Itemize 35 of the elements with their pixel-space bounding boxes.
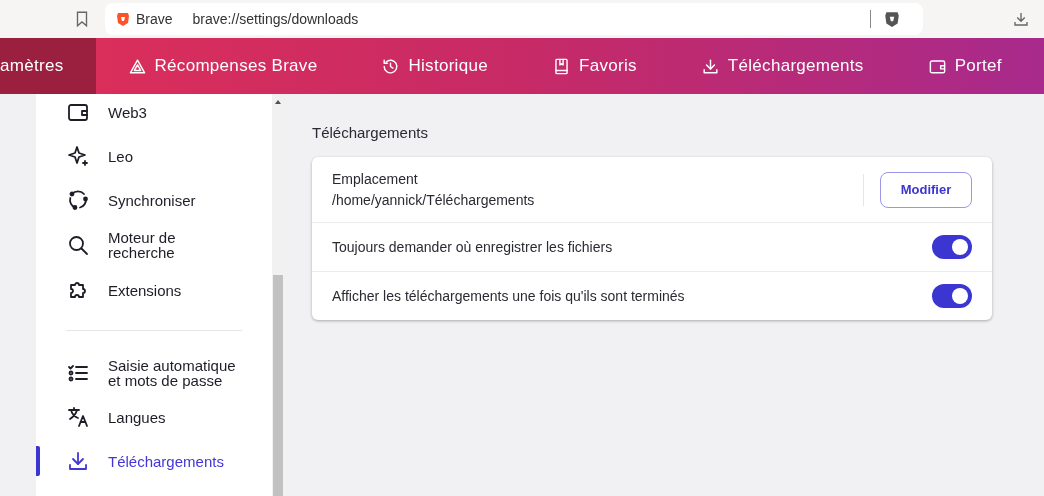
shield-icon[interactable]: [883, 10, 901, 28]
sidebar-item[interactable]: Leo: [36, 134, 272, 178]
sidebar-item[interactable]: Moteur de recherche: [36, 222, 272, 268]
sidebar-item[interactable]: Web3: [36, 94, 272, 134]
setting-label: Afficher les téléchargements une fois qu'ils sont terminés: [332, 288, 685, 304]
nav-tab[interactable]: Téléchargements: [668, 38, 896, 94]
sparkle-icon: [66, 144, 90, 168]
site-label: Brave: [136, 11, 173, 27]
triangle-icon: [127, 56, 147, 76]
section-title: Téléchargements: [312, 124, 429, 141]
sidebar-item[interactable]: Extensions: [36, 268, 272, 312]
nav-tab[interactable]: Récompenses Brave: [95, 38, 350, 94]
address-bar[interactable]: Brave brave://settings/downloads: [105, 3, 923, 35]
search-icon: [66, 233, 90, 257]
modify-button[interactable]: Modifier: [880, 171, 972, 208]
nav-tab[interactable]: Historique: [349, 38, 520, 94]
download-icon: [700, 56, 720, 76]
translate-icon: [66, 405, 90, 429]
nav-tab[interactable]: Portef: [895, 38, 1034, 94]
nav-tab[interactable]: amètres: [0, 38, 96, 94]
setting-label: Toujours demander où enregistrer les fichiers: [332, 239, 613, 255]
sidebar-item[interactable]: Synchroniser: [36, 178, 272, 222]
sync-icon: [66, 188, 90, 212]
url-text: brave://settings/downloads: [192, 11, 360, 27]
path-text: /home/yannick/Téléchargements: [332, 192, 536, 208]
sidebar-item[interactable]: Langues: [36, 395, 272, 439]
sidebar-item[interactable]: Téléchargements: [36, 439, 272, 483]
nav-tab[interactable]: Favoris: [519, 38, 669, 94]
lion-icon: [115, 11, 131, 27]
toggle-switch[interactable]: [932, 235, 972, 259]
toggle-switch[interactable]: [932, 284, 972, 308]
download-icon: [66, 449, 90, 473]
download-icon[interactable]: [1012, 10, 1030, 28]
sidebar-item[interactable]: Saisie automatique et mots de passe: [36, 351, 272, 395]
setting-label: Emplacement: [332, 171, 419, 187]
